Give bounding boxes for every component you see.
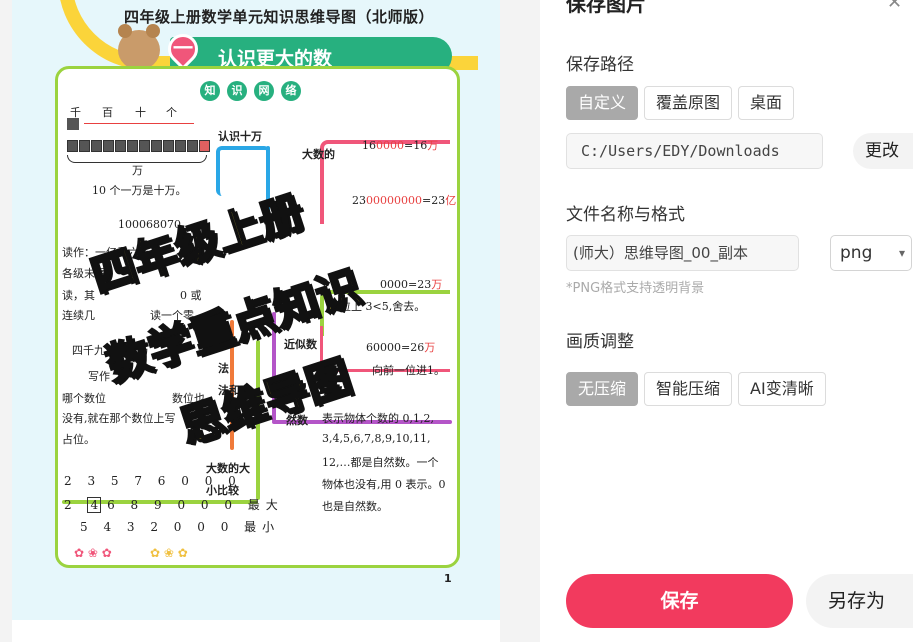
equation-approx: 60000=26万 [366,341,436,354]
branch-large-label: 大数的 [302,148,335,161]
format-select[interactable]: png ▾ [830,235,912,271]
format-hint: *PNG格式支持透明背景 [566,281,705,296]
document-title: 四年级上册数学单元知识思维导图（北师版） [124,8,435,26]
save-as-button[interactable]: 另存为 [806,574,913,628]
read-rule-line: 连续几 [62,309,95,322]
digit-row: 2 46 8 9 0 0 0 最大 [64,497,284,513]
quality-options: 无压缩 智能压缩 AI变清晰 [566,372,826,406]
digit-row: 2 3 5 7 6 0 0 0 [64,474,242,488]
place-label-one: 个 [166,106,177,119]
filename-format-label: 文件名称与格式 [566,205,685,225]
bear-illustration [118,24,160,70]
place-label-hundred: 百 [102,106,113,119]
save-path-options: 自定义 覆盖原图 桌面 [566,86,795,120]
natural-number-text: 表示物体个数的 0,1,2, [322,412,434,425]
path-option-custom[interactable]: 自定义 [566,86,639,120]
branch-recognize-label: 认识十万 [218,130,262,143]
net-char: 知 [200,81,220,101]
chevron-down-icon: ▾ [898,246,905,260]
ten-thousand-note: 10 个一万是十万。 [92,184,187,197]
natural-number-text: 物体也没有,用 0 表示。0 [322,478,446,491]
knowledge-network-title: 知 识 网 络 [200,81,301,101]
counter-cube [67,118,79,130]
change-path-button[interactable]: 更改 [853,133,913,169]
read-rule-line: 读，其 [62,289,95,302]
quality-option-smart[interactable]: 智能压缩 [644,372,733,406]
save-path-label: 保存路径 [566,55,634,75]
close-icon[interactable]: ✕ [887,0,902,13]
flower-decoration: ✿ ❀ ✿ [150,546,188,560]
page-number: 1 [444,572,452,585]
format-value: png [840,243,873,263]
save-image-dialog: 四年级上册数学单元知识思维导图（北师版） 一 认识更大的数 知 识 网 络 千 … [0,0,913,642]
natural-number-text: 12,…都是自然数。一个 [322,456,439,469]
preview-image-bottom [12,620,500,642]
image-preview-pane: 四年级上册数学单元知识思维导图（北师版） 一 认识更大的数 知 识 网 络 千 … [0,0,540,642]
filename-input[interactable]: (师大）思维导图_00_副本 [566,235,799,271]
path-option-overwrite[interactable]: 覆盖原图 [644,86,733,120]
save-button[interactable]: 保存 [566,574,793,628]
quality-option-ai[interactable]: AI变清晰 [738,372,826,406]
place-note: 没有,就在那个数位上写 [62,412,176,425]
path-option-desktop[interactable]: 桌面 [738,86,795,120]
save-path-field[interactable]: C:/Users/EDY/Downloads [566,133,823,169]
natural-number-text: 也是自然数。 [322,500,388,513]
equation-approx-wan: 0000=23万 [380,278,443,291]
law-label: 法 [218,362,229,375]
place-label-ten: 十 [135,106,146,119]
quality-label: 画质调整 [566,332,634,352]
net-char: 络 [281,81,301,101]
place-note: 占位。 [62,433,95,446]
net-char: 网 [254,81,274,101]
unit-number: 一 [173,36,193,60]
equation-yi: 2300000000=23亿 [352,194,457,207]
equation-wan: 160000=16万 [362,139,439,152]
net-char: 识 [227,81,247,101]
digit-row: 5 4 3 2 0 0 0 最小 [80,520,281,534]
wan-label: 万 [132,164,143,177]
quality-option-none[interactable]: 无压缩 [566,372,639,406]
arrow-line [84,123,194,124]
place-note: 哪个数位 [62,392,106,405]
write-label: 写作 [88,370,110,383]
flower-decoration: ✿ ❀ ✿ [74,546,112,560]
dialog-title: 保存图片 [566,0,646,16]
counter-blocks [67,140,210,152]
natural-number-text: 3,4,5,6,7,8,9,10,11, [322,432,431,445]
round-up-rule: 向前一位进1。 [372,364,445,377]
